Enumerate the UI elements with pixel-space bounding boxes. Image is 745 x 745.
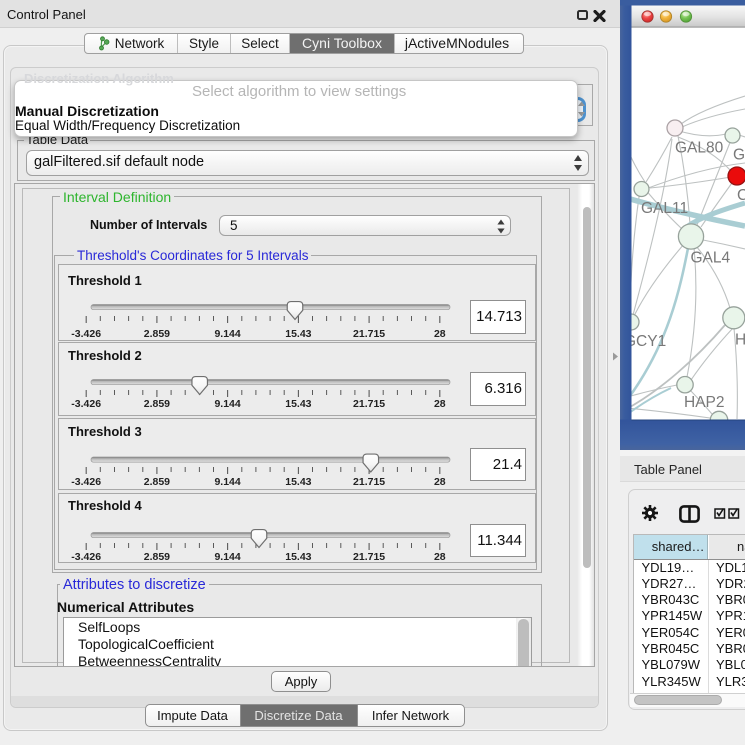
svg-text:GAL80: GAL80 <box>675 140 724 157</box>
svg-text:2.859: 2.859 <box>144 328 170 340</box>
svg-text:28: 28 <box>434 551 446 563</box>
svg-text:15.43: 15.43 <box>285 328 311 340</box>
svg-text:GAL: GAL <box>733 147 745 164</box>
svg-text:21.715: 21.715 <box>353 476 385 488</box>
svg-text:-3.426: -3.426 <box>71 551 101 563</box>
svg-text:15.43: 15.43 <box>285 398 311 410</box>
svg-text:HAP2: HAP2 <box>684 394 725 411</box>
svg-text:21.715: 21.715 <box>353 398 385 410</box>
svg-text:-3.426: -3.426 <box>71 398 101 410</box>
svg-text:28: 28 <box>434 476 446 488</box>
svg-text:15.43: 15.43 <box>285 551 311 563</box>
svg-text:2.859: 2.859 <box>144 398 170 410</box>
svg-text:GAL4: GAL4 <box>691 250 731 267</box>
svg-text:2.859: 2.859 <box>144 551 170 563</box>
svg-text:GAL11: GAL11 <box>641 200 688 217</box>
svg-text:CY: CY <box>737 187 745 204</box>
svg-text:HI: HI <box>735 332 745 349</box>
svg-text:9.144: 9.144 <box>214 551 240 563</box>
svg-text:28: 28 <box>434 328 446 340</box>
svg-text:21.715: 21.715 <box>353 551 385 563</box>
svg-text:9.144: 9.144 <box>214 476 240 488</box>
svg-text:-3.426: -3.426 <box>71 328 101 340</box>
svg-text:2.859: 2.859 <box>144 476 170 488</box>
svg-text:-3.426: -3.426 <box>71 476 101 488</box>
svg-text:28: 28 <box>434 398 446 410</box>
svg-text:9.144: 9.144 <box>214 398 240 410</box>
svg-text:9.144: 9.144 <box>214 328 240 340</box>
svg-text:21.715: 21.715 <box>353 328 385 340</box>
svg-text:15.43: 15.43 <box>285 476 311 488</box>
